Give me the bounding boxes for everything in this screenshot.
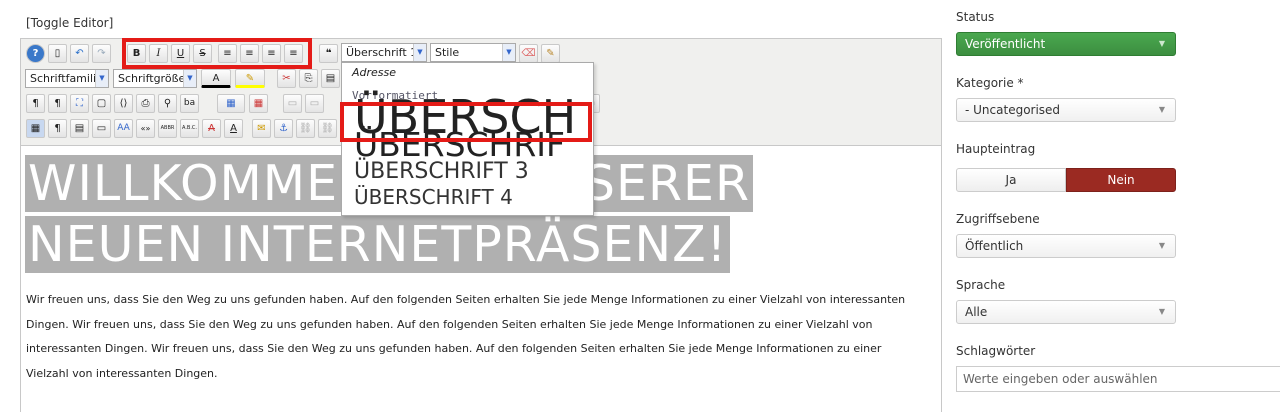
attributes-icon[interactable]: ✉ bbox=[252, 119, 271, 138]
ins-icon[interactable]: A bbox=[224, 119, 243, 138]
del-icon[interactable]: A bbox=[202, 119, 221, 138]
category-label: Kategorie * bbox=[956, 76, 1024, 90]
row-props-icon[interactable]: ▭ bbox=[283, 94, 302, 113]
tags-label: Schlagwörter bbox=[956, 344, 1036, 358]
toggle-editor-link[interactable]: [Toggle Editor] bbox=[26, 16, 113, 30]
featured-label: Haupteintrag bbox=[956, 142, 1036, 156]
highlight-box-formatting bbox=[122, 38, 312, 69]
clean-broom-icon[interactable]: ✎ bbox=[541, 44, 560, 63]
rtl-icon[interactable]: ¶ bbox=[48, 94, 67, 113]
featured-yes-button[interactable]: Ja bbox=[956, 168, 1066, 192]
help-icon[interactable]: ? bbox=[26, 44, 45, 63]
font-size-select[interactable]: Schriftgröße ▼ bbox=[113, 69, 197, 88]
visual-aid-icon[interactable]: ▦ bbox=[26, 119, 45, 138]
article-options-sidebar: Status Veröffentlicht ▼ Kategorie * - Unc… bbox=[956, 0, 1280, 411]
acronym-icon[interactable]: A.B.C. bbox=[180, 119, 199, 138]
body-paragraph: Wir freuen uns, dass Sie den Weg zu uns … bbox=[26, 293, 906, 380]
quote-icon[interactable]: «» bbox=[136, 119, 155, 138]
font-family-select[interactable]: Schriftfamilie ▼ bbox=[25, 69, 109, 88]
fullscreen-icon[interactable]: ⛶ bbox=[70, 94, 89, 113]
format-select[interactable]: Überschrift 1 ▼ bbox=[341, 43, 427, 62]
eraser-icon[interactable]: ⌫ bbox=[519, 44, 538, 63]
abbr-icon[interactable]: ABBR bbox=[158, 119, 177, 138]
show-blocks-icon[interactable]: ¶ bbox=[48, 119, 67, 138]
access-label: Zugriffsebene bbox=[956, 212, 1040, 226]
cell-props-icon[interactable]: ▭ bbox=[305, 94, 324, 113]
new-document-icon[interactable]: ▯ bbox=[48, 44, 67, 63]
featured-no-button[interactable]: Nein bbox=[1066, 168, 1176, 192]
text-color-button[interactable]: A bbox=[201, 69, 231, 88]
copy-icon[interactable]: ⎘ bbox=[299, 69, 318, 88]
undo-icon[interactable]: ↶ bbox=[70, 44, 89, 63]
redo-icon[interactable]: ↷ bbox=[92, 44, 111, 63]
category-select[interactable]: - Uncategorised ▼ bbox=[956, 98, 1176, 122]
dropdown-item-heading-3[interactable]: ÜBERSCHRIFT 3 bbox=[354, 159, 529, 185]
language-select[interactable]: Alle ▼ bbox=[956, 300, 1176, 324]
replace-icon[interactable]: ba bbox=[180, 94, 199, 113]
style-select[interactable]: Stile ▼ bbox=[430, 43, 516, 62]
anchor-icon[interactable]: ⚓ bbox=[274, 119, 293, 138]
featured-toggle: Ja Nein bbox=[956, 168, 1176, 192]
blockquote-button[interactable]: ❝ bbox=[319, 44, 338, 63]
preview-icon[interactable]: ▢ bbox=[92, 94, 111, 113]
paste-icon[interactable]: ▤ bbox=[321, 69, 340, 88]
cut-icon[interactable]: ✂ bbox=[277, 69, 296, 88]
ltr-icon[interactable]: ¶ bbox=[26, 94, 45, 113]
status-select[interactable]: Veröffentlicht ▼ bbox=[956, 32, 1176, 56]
unlink-icon[interactable]: ⛓ bbox=[318, 119, 337, 138]
find-icon[interactable]: ⚲ bbox=[158, 94, 177, 113]
dropdown-item-address[interactable]: Adresse bbox=[352, 66, 396, 79]
print-icon[interactable]: ⎙ bbox=[136, 94, 155, 113]
table-icon[interactable]: ▦ bbox=[217, 94, 245, 113]
highlight-box-heading-1 bbox=[340, 102, 592, 142]
delete-table-icon[interactable]: ▦ bbox=[249, 94, 268, 113]
tags-input[interactable]: Werte eingeben oder auswählen bbox=[956, 366, 1280, 392]
case-icon[interactable]: AA bbox=[114, 119, 133, 138]
template-icon[interactable]: ▤ bbox=[70, 119, 89, 138]
pagebreak-icon[interactable]: ▭ bbox=[92, 119, 111, 138]
status-label: Status bbox=[956, 10, 995, 24]
access-select[interactable]: Öffentlich ▼ bbox=[956, 234, 1176, 258]
language-label: Sprache bbox=[956, 278, 1006, 292]
dropdown-item-heading-4[interactable]: ÜBERSCHRIFT 4 bbox=[354, 185, 513, 209]
highlight-color-icon[interactable]: ✎ bbox=[235, 69, 265, 88]
link-icon[interactable]: ⛓ bbox=[296, 119, 315, 138]
code-icon[interactable]: ⟨⟩ bbox=[114, 94, 133, 113]
